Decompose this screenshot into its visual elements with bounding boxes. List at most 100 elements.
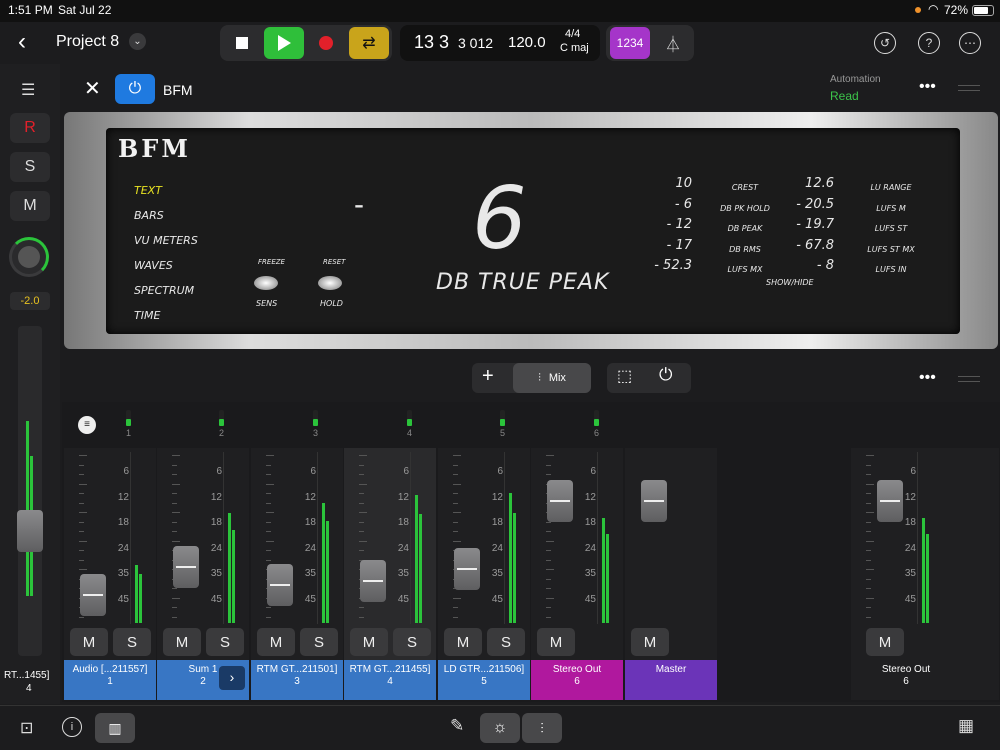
mute-button[interactable]: M	[10, 191, 50, 221]
mixer-drag-handle-icon[interactable]	[958, 376, 980, 382]
mute-button[interactable]: M	[444, 628, 482, 656]
close-icon[interactable]: ✕	[84, 76, 101, 101]
showhide-label[interactable]: SHOW/HIDE	[766, 278, 814, 287]
label-crest: CREST	[731, 183, 759, 192]
channel-number: 4	[387, 676, 393, 687]
tick-line	[359, 521, 364, 523]
inbox-icon[interactable]: ⊡	[20, 718, 33, 738]
tick-line	[266, 559, 271, 561]
mute-button[interactable]: M	[163, 628, 201, 656]
browser-button[interactable]: ▥	[95, 713, 135, 743]
mute-button[interactable]: M	[70, 628, 108, 656]
info-icon[interactable]: i	[62, 717, 82, 737]
channel-fader[interactable]	[267, 564, 293, 606]
solo-button[interactable]: S	[113, 628, 151, 656]
lcd-display[interactable]: 13 3 3 012 120.0 4/4 C maj	[400, 25, 600, 61]
channel-fader[interactable]	[360, 560, 386, 602]
mix-button[interactable]: ⫶ Mix	[513, 363, 591, 393]
play-button[interactable]	[264, 27, 304, 59]
mode-waves[interactable]: WAVES	[134, 253, 204, 278]
count-in-button[interactable]: 1234	[610, 27, 650, 59]
keyboard-icon[interactable]: ▦	[958, 716, 974, 736]
record-enable-button[interactable]: R	[10, 113, 50, 143]
track-fader-track[interactable]	[17, 326, 43, 656]
level-meter-left	[228, 513, 231, 623]
expand-arrow-icon[interactable]: ›	[219, 666, 245, 690]
channel-fader[interactable]	[641, 480, 667, 522]
mute-button[interactable]: M	[866, 628, 904, 656]
settings-sliders-icon[interactable]: ☰	[21, 80, 35, 100]
channel-name-box[interactable]: Stereo Out 6	[851, 660, 961, 700]
hold-label: HOLD	[320, 299, 343, 308]
mix-label: Mix	[548, 372, 566, 384]
mute-button[interactable]: M	[537, 628, 575, 656]
mode-text[interactable]: TEXT	[134, 178, 204, 203]
value-lufs-mx: - 52.3	[654, 258, 692, 273]
tick-line	[546, 588, 551, 589]
scale-mark: 12	[117, 491, 129, 503]
meter-divider	[504, 452, 505, 624]
more-icon[interactable]: ⋯	[959, 32, 981, 54]
back-icon[interactable]: ‹	[18, 28, 26, 56]
solo-button[interactable]: S	[393, 628, 431, 656]
stop-button[interactable]	[224, 27, 260, 59]
bypass-power-icon[interactable]: ⏻	[659, 365, 672, 385]
project-title[interactable]: Project 8	[56, 33, 119, 51]
mixer-more-icon[interactable]: •••	[919, 369, 936, 387]
solo-button[interactable]: S	[206, 628, 244, 656]
channel-fader[interactable]	[80, 574, 106, 616]
mixer-view-button[interactable]: ⫶	[522, 713, 562, 743]
mute-button[interactable]: M	[257, 628, 295, 656]
scale-mark: 6	[590, 466, 596, 477]
mode-time[interactable]: TIME	[134, 303, 204, 328]
volume-knob[interactable]	[9, 237, 49, 277]
power-button[interactable]: ⏻	[115, 74, 155, 104]
scale-mark: 35	[117, 568, 129, 579]
tick-line	[866, 493, 871, 494]
channel-fader[interactable]	[454, 548, 480, 590]
mode-spectrum[interactable]: SPECTRUM	[134, 278, 204, 303]
channel-name-box[interactable]: RTM GT...211501] 3	[251, 660, 343, 700]
mode-vu-meters[interactable]: VU METERS	[134, 228, 204, 253]
tick-line	[79, 464, 84, 466]
solo-button[interactable]: S	[10, 152, 50, 182]
metronome-button[interactable]: ⏃	[655, 27, 691, 59]
channel-name-box[interactable]: Audio [...211557] 1	[64, 660, 156, 700]
channel-fader[interactable]	[547, 480, 573, 522]
tick-line	[266, 550, 271, 551]
mute-button[interactable]: M	[350, 628, 388, 656]
selection-icon[interactable]: ⬚	[617, 366, 632, 386]
automation-mode[interactable]: Read	[830, 89, 859, 103]
channel-name-box[interactable]: LD GTR...211506] 5	[438, 660, 530, 700]
chevron-down-icon[interactable]: ⌄	[129, 33, 146, 50]
mode-bars[interactable]: BARS	[134, 203, 204, 228]
drag-handle-icon[interactable]	[958, 85, 980, 91]
tick-line	[546, 578, 551, 580]
more-options-icon[interactable]: •••	[919, 78, 936, 96]
sens-label: SENS	[256, 299, 278, 308]
channel-name-box[interactable]: Master	[625, 660, 717, 700]
sens-knob[interactable]	[254, 276, 278, 290]
level-meter-right	[232, 529, 235, 623]
smart-controls-button[interactable]: ☼	[480, 713, 520, 743]
mute-button[interactable]: M	[631, 628, 669, 656]
help-icon[interactable]: ?	[918, 32, 940, 54]
channel-name-box[interactable]: Stereo Out 6	[531, 660, 623, 700]
record-button[interactable]	[308, 27, 344, 59]
tick-line	[546, 597, 554, 599]
filter-icon[interactable]: ≡	[78, 416, 96, 434]
pencil-icon[interactable]: ✎	[450, 716, 464, 736]
solo-button[interactable]: S	[487, 628, 525, 656]
cycle-button[interactable]: ⇄	[349, 27, 389, 59]
tick-line	[453, 616, 458, 618]
channel-fader[interactable]	[877, 480, 903, 522]
undo-icon[interactable]: ↺	[874, 32, 896, 54]
hold-knob[interactable]	[318, 276, 342, 290]
channel-fader[interactable]	[173, 546, 199, 588]
solo-button[interactable]: S	[300, 628, 338, 656]
track-fader-handle[interactable]	[17, 510, 43, 552]
add-icon[interactable]: +	[482, 365, 494, 388]
channel-name-box[interactable]: RTM GT...211455] 4	[344, 660, 436, 700]
control-bar: ‹ Project 8 ⌄ ⇄ 13 3 3 012 120.0 4/4 C m…	[0, 22, 1000, 64]
plugin-screen: BFM TEXT BARS VU METERS WAVES SPECTRUM T…	[106, 128, 960, 334]
